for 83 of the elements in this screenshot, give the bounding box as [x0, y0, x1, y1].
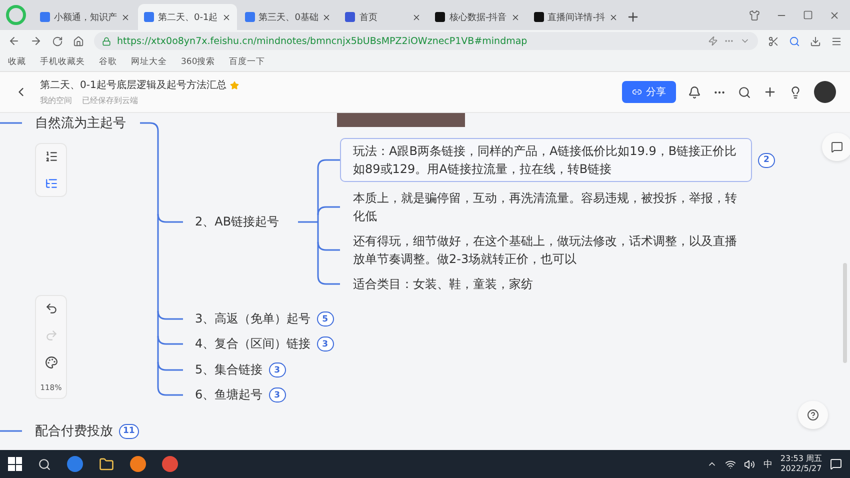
- search-icon[interactable]: [38, 458, 51, 470]
- list-icon[interactable]: [44, 150, 58, 163]
- tab-favicon-icon: [144, 12, 154, 22]
- mindmap-node[interactable]: 2、AB链接起号: [195, 214, 280, 230]
- help-icon: [807, 409, 819, 421]
- star-icon[interactable]: [230, 80, 240, 90]
- mindmap-node[interactable]: 4、复合（区间）链接: [195, 336, 311, 352]
- close-icon[interactable]: [121, 12, 130, 22]
- mindmap-node[interactable]: 自然流为主起号: [35, 114, 126, 132]
- back-icon[interactable]: [8, 35, 20, 47]
- save-status: 已经保存到云端: [82, 95, 138, 106]
- scissors-icon[interactable]: [768, 36, 779, 46]
- plus-icon[interactable]: [763, 85, 777, 99]
- browser-tab[interactable]: 第三天、0基础: [238, 4, 338, 30]
- collapsed-count[interactable]: 3: [268, 388, 286, 402]
- windows-start-icon[interactable]: [8, 457, 22, 471]
- mindmap-node[interactable]: 本质上，就是骗停留，互动，再洗清流量。容易违规，被投拆，举报，转化低: [340, 185, 752, 229]
- bookmark-link[interactable]: 收藏: [8, 56, 26, 68]
- mindmap-node[interactable]: 3、高返（免单）起号: [195, 310, 311, 328]
- connector-line: [0, 122, 22, 124]
- mindmap-node[interactable]: 还有得玩，细节做好，在这个基础上，做玩法修改，话术调整，以及直播放单节奏调整。做2-3场就转正价，也可以: [340, 228, 752, 272]
- comment-icon: [831, 141, 843, 153]
- tab-favicon-icon: [534, 12, 544, 22]
- browser-tab[interactable]: 核心数据-抖音: [429, 4, 526, 30]
- lightning-icon[interactable]: [708, 36, 718, 46]
- bookmark-link[interactable]: 百度一下: [229, 56, 266, 68]
- folder-icon[interactable]: [99, 456, 114, 472]
- forward-icon[interactable]: [30, 35, 42, 47]
- mindmap-node[interactable]: 适合类目：女装、鞋，童装，家纺: [340, 271, 752, 297]
- input-method-indicator[interactable]: 中: [763, 458, 772, 470]
- close-icon[interactable]: [322, 12, 332, 22]
- close-icon[interactable]: [222, 12, 231, 22]
- bookmark-link[interactable]: 谷歌: [99, 56, 117, 68]
- mindmap-node[interactable]: 配合付费投放: [35, 422, 113, 440]
- close-icon[interactable]: [412, 12, 422, 22]
- collapsed-count[interactable]: 5: [316, 312, 334, 326]
- mindmap-node[interactable]: 6、鱼塘起号: [195, 386, 263, 404]
- palette-icon[interactable]: [44, 356, 58, 369]
- browser-tab[interactable]: 小额通，知识产: [34, 4, 136, 30]
- collapsed-count[interactable]: 2: [758, 152, 775, 168]
- new-tab-icon[interactable]: [626, 10, 640, 24]
- volume-icon[interactable]: [744, 458, 756, 470]
- collapsed-count[interactable]: 3: [316, 336, 334, 352]
- clock[interactable]: 23:53 周五 2022/5/27: [780, 454, 822, 474]
- search-icon[interactable]: [738, 86, 751, 98]
- share-button[interactable]: 分享: [622, 81, 676, 103]
- reload-icon[interactable]: [52, 36, 63, 46]
- mindmap-node[interactable]: 5、集合链接: [195, 362, 263, 378]
- close-icon[interactable]: [510, 12, 520, 22]
- tab-favicon-icon: [244, 12, 255, 22]
- lock-icon: [102, 36, 111, 46]
- outline-icon[interactable]: [44, 177, 58, 190]
- close-icon[interactable]: [608, 12, 618, 22]
- menu-icon[interactable]: [831, 36, 842, 46]
- browser-logo-icon: [6, 5, 26, 25]
- browser-tab[interactable]: 第二天、0-1起: [138, 4, 237, 30]
- bookmark-link[interactable]: 手机收藏夹: [40, 56, 85, 68]
- avatar: [814, 81, 836, 103]
- bookmark-link[interactable]: 360搜索: [181, 56, 216, 68]
- tab-favicon-icon: [435, 12, 446, 22]
- collapsed-count[interactable]: 11: [119, 424, 139, 438]
- tab-favicon-icon: [345, 12, 356, 22]
- mindmap-node[interactable]: 玩法：A跟B两条链接，同样的产品，A链接低价比如19.9，B链接正价比如89或129。用A链接拉流量，拉在线，转B链接: [340, 138, 752, 182]
- browser-tab[interactable]: 首页: [339, 4, 428, 30]
- notification-icon[interactable]: [830, 458, 842, 470]
- undo-icon[interactable]: [44, 302, 58, 315]
- home-icon[interactable]: [73, 36, 84, 46]
- tab-favicon-icon: [40, 12, 50, 22]
- comment-button[interactable]: [822, 133, 850, 161]
- bell-icon[interactable]: [688, 86, 701, 98]
- maximize-icon[interactable]: [803, 10, 813, 20]
- document-title: 第二天、0-1起号底层逻辑及起号方法汇总: [40, 78, 226, 92]
- close-icon[interactable]: [829, 10, 840, 20]
- collapsed-count[interactable]: 3: [268, 362, 286, 378]
- link-icon: [632, 87, 642, 97]
- connector-line: [0, 430, 22, 432]
- shirt-icon[interactable]: [749, 10, 760, 20]
- network-icon[interactable]: [725, 458, 736, 470]
- bookmark-link[interactable]: 网址大全: [131, 56, 167, 68]
- download-icon[interactable]: [810, 36, 821, 46]
- help-button[interactable]: [798, 401, 828, 429]
- lightbulb-icon[interactable]: [789, 86, 802, 98]
- browser-tab[interactable]: 直播间详情-抖: [528, 4, 624, 30]
